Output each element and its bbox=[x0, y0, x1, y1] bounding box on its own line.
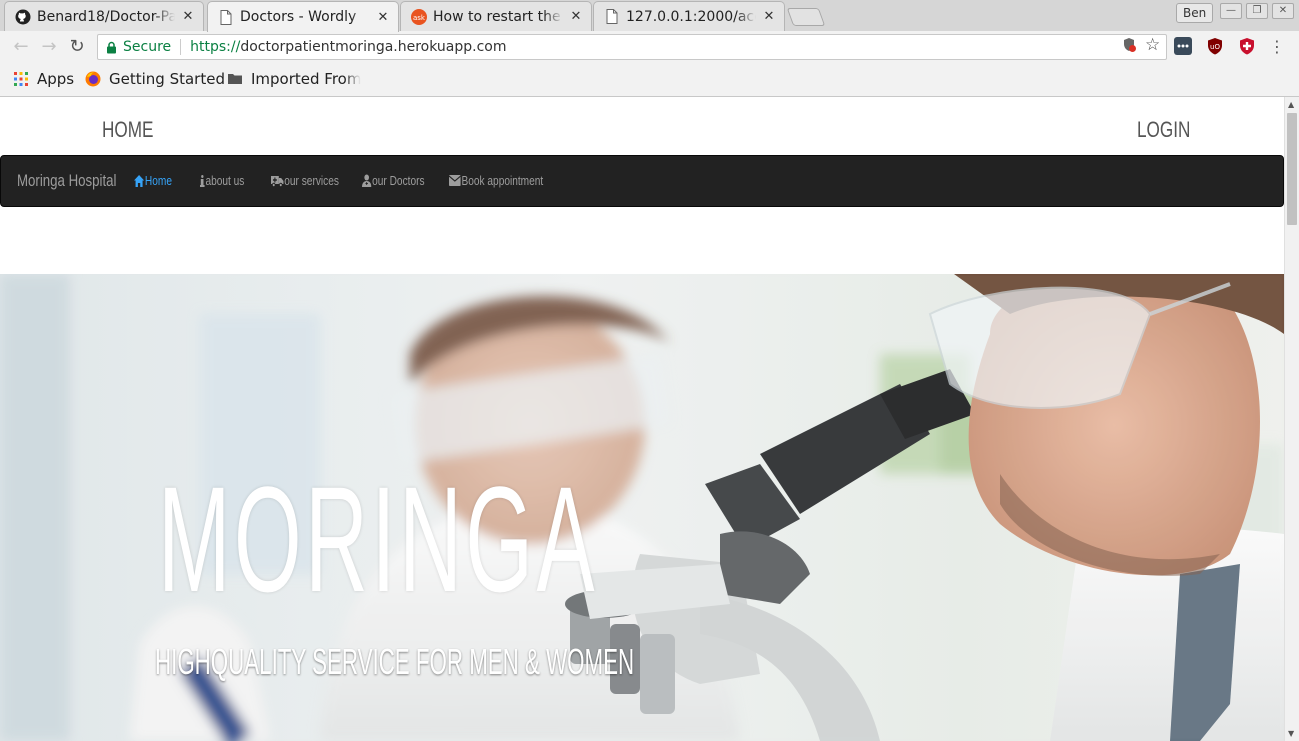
envelope-icon bbox=[449, 175, 461, 186]
minimize-icon[interactable]: — bbox=[1220, 3, 1242, 19]
browser-tab-3[interactable]: ask How to restart the n ✕ bbox=[400, 1, 592, 31]
extension-icon[interactable] bbox=[1174, 37, 1192, 55]
close-icon[interactable]: ✕ bbox=[569, 9, 583, 24]
back-icon[interactable]: ← bbox=[10, 36, 32, 58]
divider bbox=[180, 39, 182, 55]
brand-name[interactable]: Moringa Hospital bbox=[17, 171, 116, 191]
main-navbar: Moringa Hospital Home about us our servi… bbox=[0, 155, 1284, 207]
reload-icon[interactable]: ↻ bbox=[66, 36, 88, 58]
login-link[interactable]: LOGIN bbox=[1137, 117, 1190, 143]
browser-tab-4[interactable]: 127.0.0.1:2000/accounts ✕ bbox=[593, 1, 785, 31]
doctor-icon bbox=[362, 174, 372, 187]
github-icon bbox=[15, 9, 31, 25]
home-icon bbox=[134, 174, 145, 187]
svg-text:uO: uO bbox=[1210, 43, 1220, 51]
home-link[interactable]: HOME bbox=[102, 117, 153, 143]
askubuntu-icon: ask bbox=[411, 8, 427, 25]
browser-tab-1[interactable]: Benard18/Doctor-Patient ✕ bbox=[4, 1, 204, 31]
close-icon[interactable]: ✕ bbox=[376, 10, 390, 25]
bookmark-label: Apps bbox=[37, 70, 75, 88]
tab-title: 127.0.0.1:2000/accounts bbox=[626, 8, 756, 25]
lock-icon bbox=[107, 41, 116, 53]
nav-item-label: Home bbox=[144, 173, 172, 188]
address-bar[interactable]: Secure https:// doctorpatientmoringa.her… bbox=[97, 34, 1167, 60]
nav-item-label: Book appointment bbox=[461, 173, 544, 188]
hero-subtitle: HIGHQUALITY SERVICE FOR MEN & WOMEN bbox=[155, 641, 635, 682]
page-icon bbox=[218, 9, 234, 25]
url-host: doctorpatientmoringa.herokuapp.com bbox=[240, 39, 507, 55]
info-icon bbox=[200, 174, 205, 187]
tab-strip: Benard18/Doctor-Patient ✕ Doctors - Word… bbox=[0, 0, 1299, 32]
browser-tab-2[interactable]: Doctors - Wordly ✕ bbox=[207, 1, 399, 32]
nav-item-label: about us bbox=[205, 173, 245, 188]
bookmark-label: Imported From F bbox=[251, 70, 361, 88]
close-icon[interactable]: ✕ bbox=[181, 9, 195, 24]
bookmarks-bar: Apps Getting Started Imported From F bbox=[0, 63, 1299, 97]
folder-icon bbox=[228, 74, 242, 84]
menu-icon[interactable]: ⋮ bbox=[1266, 36, 1288, 58]
url-scheme: https:// bbox=[190, 39, 241, 55]
hero-banner: MORINGA HIGHQUALITY SERVICE FOR MEN & WO… bbox=[0, 274, 1284, 741]
tab-title: Benard18/Doctor-Patient bbox=[37, 8, 175, 25]
ublock-icon[interactable]: uO bbox=[1206, 37, 1224, 55]
nav-item-home[interactable]: Home bbox=[134, 173, 172, 188]
bookmark-star-icon[interactable]: ☆ bbox=[1145, 37, 1161, 54]
scroll-up-icon[interactable]: ▲ bbox=[1288, 100, 1294, 109]
maximize-icon[interactable]: ❐ bbox=[1246, 3, 1268, 19]
close-icon[interactable]: ✕ bbox=[762, 9, 776, 24]
tracking-shield-icon[interactable] bbox=[1121, 37, 1137, 53]
hero-title: MORINGA bbox=[158, 455, 599, 623]
firefox-icon bbox=[85, 71, 101, 87]
bookmark-imported-folder[interactable]: Imported From F bbox=[227, 70, 361, 88]
nav-item-label: our services bbox=[284, 173, 339, 188]
nav-item-about[interactable]: about us bbox=[200, 173, 244, 188]
web-page: HOME LOGIN Moringa Hospital Home about u… bbox=[0, 97, 1284, 741]
apps-grid-icon bbox=[14, 72, 28, 86]
profile-button[interactable]: Ben bbox=[1176, 3, 1214, 23]
bookmark-getting-started[interactable]: Getting Started bbox=[85, 70, 225, 88]
nav-item-doctors[interactable]: our Doctors bbox=[362, 173, 425, 188]
tab-title: How to restart the n bbox=[433, 8, 563, 25]
new-tab-button[interactable] bbox=[786, 8, 826, 26]
window-close-icon[interactable]: ✕ bbox=[1272, 3, 1294, 19]
tab-title: Doctors - Wordly bbox=[240, 9, 357, 25]
privacy-badger-icon[interactable] bbox=[1238, 37, 1256, 55]
scrollbar-thumb[interactable] bbox=[1287, 113, 1297, 225]
forward-icon[interactable]: → bbox=[38, 36, 60, 58]
nav-item-appointment[interactable]: Book appointment bbox=[449, 173, 543, 188]
browser-toolbar: ← → ↻ Secure https:// doctorpatientmorin… bbox=[0, 31, 1299, 63]
page-scrollbar[interactable]: ▲ ▼ bbox=[1284, 97, 1299, 741]
nav-item-services[interactable]: our services bbox=[271, 173, 339, 188]
nav-item-label: our Doctors bbox=[372, 173, 425, 188]
security-label: Secure bbox=[123, 39, 172, 55]
bookmark-label: Getting Started bbox=[109, 70, 225, 88]
scroll-down-icon[interactable]: ▼ bbox=[1288, 729, 1294, 738]
svg-text:ask: ask bbox=[413, 14, 426, 22]
page-icon bbox=[604, 9, 620, 25]
bookmark-apps[interactable]: Apps bbox=[13, 70, 74, 88]
ambulance-icon bbox=[271, 175, 284, 187]
